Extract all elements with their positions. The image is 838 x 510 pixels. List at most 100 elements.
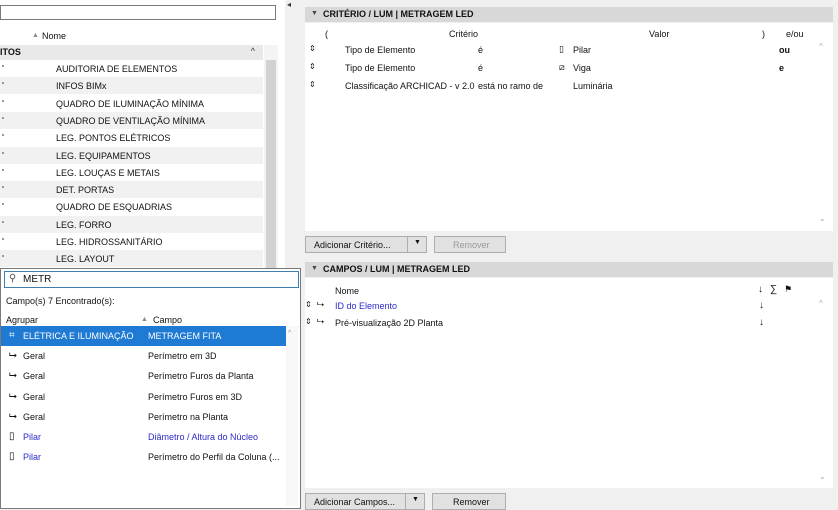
scroll-thumb[interactable]	[266, 60, 276, 268]
add-criterion-button[interactable]: Adicionar Critério... ▼	[305, 236, 427, 253]
criteria-row[interactable]: ⇕ Tipo de Elemento é ▯ Pilar ou	[305, 42, 833, 60]
criterion-operator[interactable]: é	[478, 63, 483, 73]
list-header[interactable]: ▲ Nome	[0, 30, 285, 44]
fields-sum-header: ∑	[770, 284, 778, 295]
collapse-arrow-icon[interactable]: ◂	[287, 0, 291, 9]
bullet-dot	[2, 134, 4, 137]
result-field: Diâmetro / Altura do Núcleo	[148, 432, 259, 442]
popup-result-row[interactable]: ⮡ Geral Perímetro na Planta	[1, 407, 286, 427]
field-sort-indicator[interactable]: ↓	[759, 317, 764, 328]
add-fields-dropdown[interactable]: ▼	[405, 494, 424, 509]
list-item-label: DET. PORTAS	[56, 185, 115, 196]
criteria-scroll-up-icon[interactable]: ^	[819, 42, 823, 51]
result-group: Geral	[23, 391, 46, 402]
criterion-value[interactable]: Viga	[573, 63, 591, 73]
criteria-row[interactable]: ⇕ Classificação ARCHICAD - v 2.0 está no r…	[305, 78, 833, 96]
add-fields-button[interactable]: Adicionar Campos... ▼	[305, 493, 425, 510]
result-group: Geral	[23, 371, 46, 382]
list-item[interactable]: QUADRO DE ILUMINAÇÃO MÍNIMA	[0, 95, 263, 112]
list-group-row[interactable]: ITOS ^	[0, 45, 263, 60]
group-column-header[interactable]: Agrupar	[6, 315, 38, 325]
list-item[interactable]: LEG. PONTOS ELÉTRICOS	[0, 129, 263, 146]
list-item[interactable]: LEG. HIDROSSANITÁRIO	[0, 233, 263, 250]
bullet-dot	[2, 203, 4, 206]
popup-result-row[interactable]: ▯ Pilar Diâmetro / Altura do Núcleo	[1, 427, 286, 447]
drag-handle-icon[interactable]: ⇕	[305, 300, 312, 309]
field-row[interactable]: ⇕ ⮡ Pré-visualização 2D Planta ↓	[305, 315, 833, 332]
value-header: Valor	[649, 29, 670, 39]
pointer-icon: ⮡	[9, 350, 17, 362]
drag-handle-icon[interactable]: ⇕	[309, 80, 316, 89]
pointer-icon: ⮡	[9, 390, 17, 402]
bullet-dot	[2, 255, 4, 258]
column-icon: ▯	[9, 431, 15, 442]
list-item[interactable]: LEG. LAYOUT	[0, 250, 263, 268]
criterion-header: Critério	[449, 29, 479, 39]
left-search-input[interactable]	[0, 5, 276, 20]
dropdown-arrow-icon: ▼	[414, 239, 421, 246]
remove-field-button[interactable]: Remover	[432, 493, 506, 510]
field-row[interactable]: ⇕ ⮡ ID do Elemento ↓	[305, 298, 833, 315]
criteria-scroll-down-icon[interactable]: ⌄	[819, 214, 826, 223]
flag-icon: ⚑	[784, 284, 793, 294]
fields-section-header[interactable]: ▼ CAMPOS / LUM | METRAGEM LED	[305, 262, 833, 277]
list-item[interactable]: QUADRO DE VENTILAÇÃO MÍNIMA	[0, 111, 263, 129]
list-item[interactable]: QUADRO DE ESQUADRIAS	[0, 198, 263, 215]
bullet-dot	[2, 82, 4, 85]
sort-up-icon: ▲	[32, 32, 39, 39]
column-icon: ▯	[9, 451, 15, 463]
chevron-down-icon[interactable]: ▼	[311, 10, 318, 17]
criterion-value[interactable]: Pilar	[573, 45, 591, 55]
lamp-icon: ⌗	[9, 330, 15, 341]
result-group: Pilar	[23, 452, 42, 463]
criterion-logic[interactable]: e	[779, 63, 784, 73]
criterion-name[interactable]: Tipo de Elemento	[345, 45, 415, 55]
criteria-section-header[interactable]: ▼ CRITÉRIO / LUM | METRAGEM LED	[305, 7, 833, 22]
list-item[interactable]: LEG. FORRO	[0, 215, 263, 233]
result-group: Geral	[23, 351, 46, 362]
remove-criterion-button[interactable]: Remover	[434, 236, 506, 253]
popup-result-row[interactable]: ⮡ Geral Perímetro Furos da Planta	[1, 366, 286, 386]
drag-handle-icon[interactable]: ⇕	[309, 44, 316, 53]
list-item[interactable]: AUDITORIA DE ELEMENTOS	[0, 60, 263, 77]
popup-column-headers[interactable]: Agrupar ▲ Campo	[1, 313, 299, 327]
list-item-label: LEG. LOUÇAS E METAIS	[56, 167, 160, 178]
criterion-operator[interactable]: é	[478, 45, 483, 55]
criterion-logic[interactable]: ou	[779, 45, 790, 55]
fields-section-title: CAMPOS / LUM | METRAGEM LED	[323, 264, 471, 274]
sort-up-icon: ▲	[141, 316, 148, 323]
result-field: Perímetro do Perfil da Coluna (...	[148, 452, 280, 463]
criterion-name[interactable]: Classificação ARCHICAD - v 2.0	[345, 81, 475, 91]
field-label: ID do Elemento	[335, 301, 398, 311]
popup-result-row[interactable]: ⮡ Geral Perímetro em 3D	[1, 346, 286, 366]
criterion-value[interactable]: Luminária	[573, 81, 613, 91]
popup-result-row[interactable]: ⮡ Geral Perímetro Furos em 3D	[1, 387, 286, 407]
found-count-text: Campo(s) 7 Encontrado(s):	[6, 296, 115, 306]
list-item[interactable]: DET. PORTAS	[0, 181, 263, 199]
chevron-down-icon[interactable]: ▼	[311, 265, 318, 272]
criterion-operator[interactable]: está no ramo de	[478, 81, 543, 91]
field-column-header[interactable]: Campo	[153, 315, 182, 325]
fields-scroll-up-icon[interactable]: ^	[819, 299, 823, 308]
popup-scrollbar[interactable]: ^	[286, 326, 298, 506]
list-item-label: LEG. HIDROSSANITÁRIO	[56, 237, 163, 247]
list-item[interactable]: INFOS BIMx	[0, 77, 263, 95]
drag-handle-icon[interactable]: ⇕	[305, 317, 312, 326]
bullet-dot	[2, 238, 4, 240]
scroll-up-icon[interactable]: ^	[288, 330, 291, 337]
popup-search-input[interactable]: ⚲ METR	[4, 271, 299, 288]
drag-handle-icon[interactable]: ⇕	[309, 62, 316, 71]
pointer-icon: ⮡	[9, 370, 17, 382]
fields-scroll-down-icon[interactable]: ⌄	[819, 472, 826, 481]
fields-name-header: Nome	[335, 286, 360, 296]
list-item[interactable]: LEG. EQUIPAMENTOS	[0, 146, 263, 164]
popup-result-row[interactable]: ⌗ ELÉTRICA E ILUMINAÇÃO METRAGEM FITA	[1, 326, 286, 346]
list-item[interactable]: LEG. LOUÇAS E METAIS	[0, 164, 263, 181]
add-criterion-dropdown[interactable]: ▼	[407, 237, 426, 252]
popup-result-row[interactable]: ▯ Pilar Perímetro do Perfil da Coluna (...	[1, 447, 286, 467]
chevron-up-icon[interactable]: ^	[251, 46, 255, 56]
criterion-name[interactable]: Tipo de Elemento	[345, 63, 415, 73]
criteria-row[interactable]: ⇕ Tipo de Elemento é ⧄ Viga e	[305, 60, 833, 78]
left-scrollbar[interactable]	[264, 45, 278, 268]
field-sort-indicator[interactable]: ↓	[759, 300, 764, 311]
